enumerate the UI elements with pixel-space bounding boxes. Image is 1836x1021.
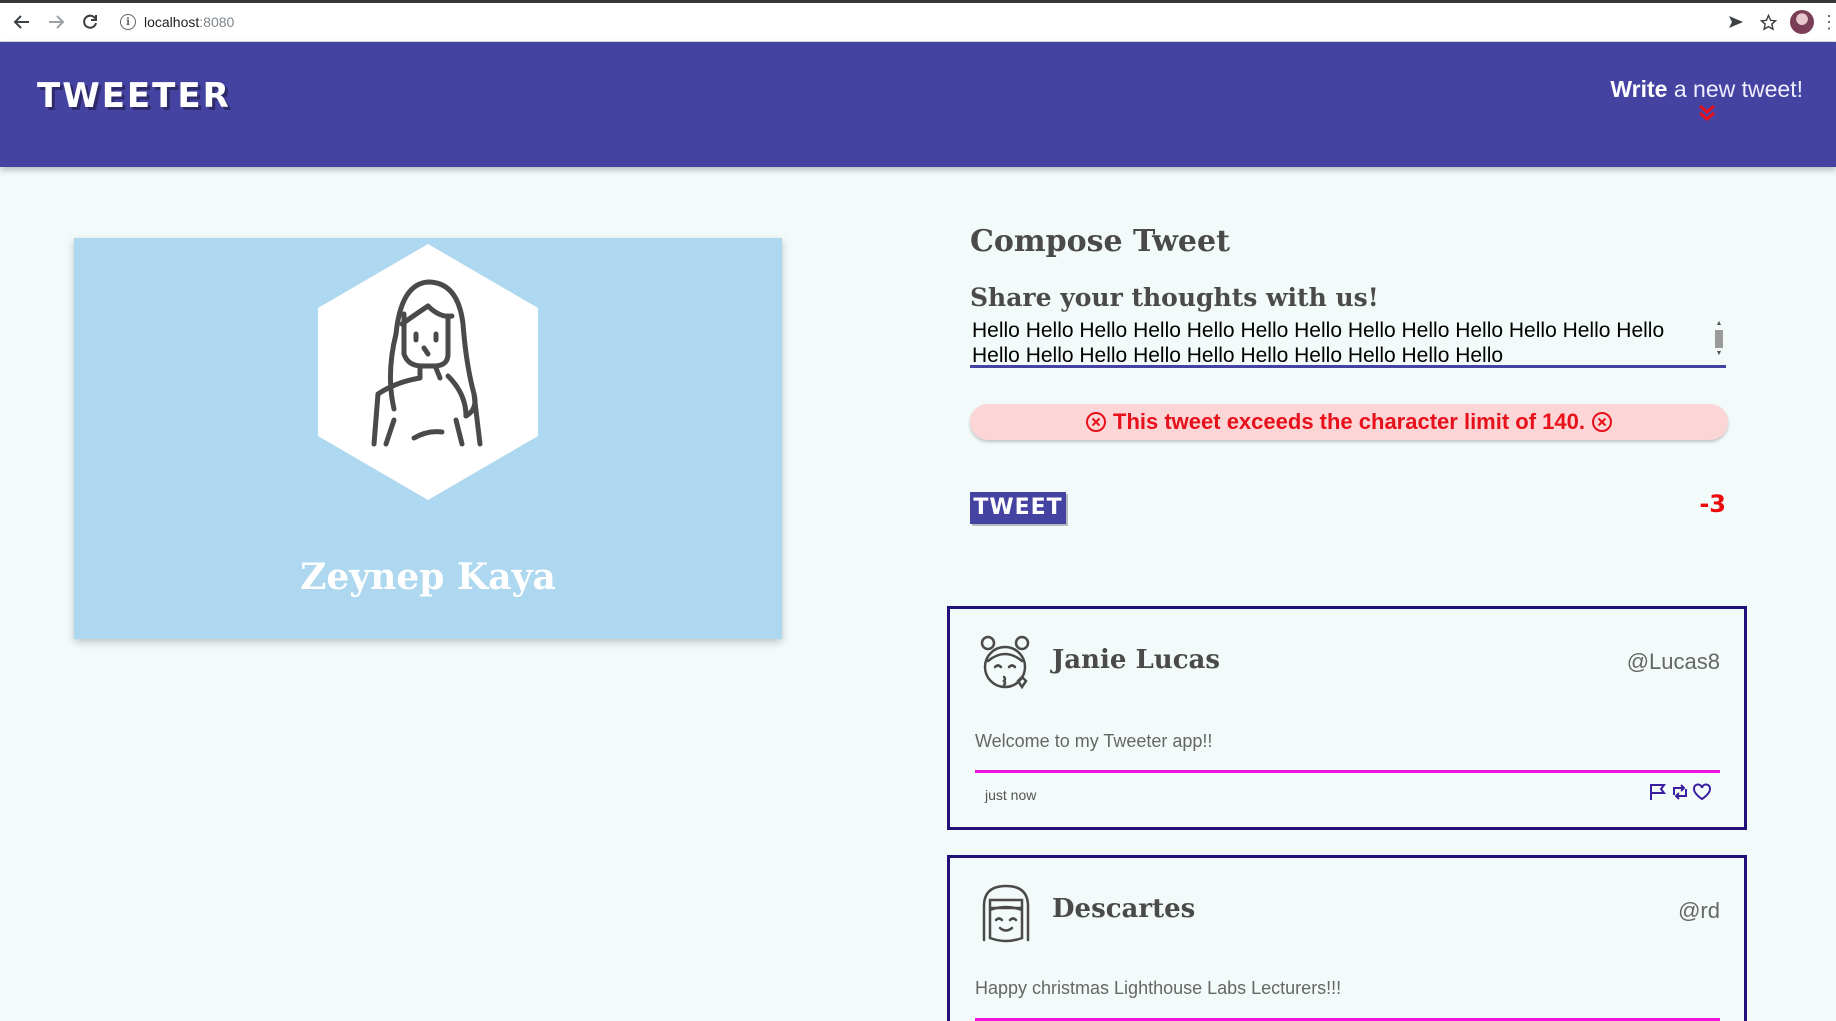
compose-prompt-label: Share your thoughts with us!	[970, 283, 1379, 312]
circle-x-icon	[1086, 412, 1107, 432]
tweet-timestamp: just now	[985, 787, 1037, 803]
profile-avatar-icon	[318, 244, 538, 500]
write-bold-text: Write	[1610, 76, 1668, 102]
compose-tweet-section: Compose Tweet Share your thoughts with u…	[970, 224, 1728, 526]
tweet-textarea-text[interactable]: Hello Hello Hello Hello Hello Hello Hell…	[970, 318, 1690, 368]
tweet-content: Happy christmas Lighthouse Labs Lecturer…	[975, 978, 1342, 998]
back-arrow-icon[interactable]	[6, 6, 38, 38]
scroll-up-arrow-icon[interactable]: ▲	[1714, 320, 1724, 328]
write-rest-text: a new tweet!	[1667, 76, 1803, 102]
retweet-icon[interactable]	[1670, 783, 1690, 801]
circle-x-icon	[1591, 412, 1612, 432]
browser-toolbar: i localhost:8080 ⋮	[0, 0, 1836, 42]
address-bar[interactable]: i localhost:8080	[120, 6, 1720, 38]
error-message: This tweet exceeds the character limit o…	[1113, 409, 1585, 434]
char-counter: -3	[1699, 490, 1726, 518]
scroll-thumb[interactable]	[1715, 330, 1723, 348]
write-new-tweet-toggle[interactable]: Write a new tweet!	[1610, 76, 1803, 123]
send-icon[interactable]	[1720, 6, 1752, 38]
tweet-content: Welcome to my Tweeter app!!	[975, 731, 1213, 751]
menu-kebab-icon[interactable]: ⋮	[1820, 13, 1836, 31]
url-host: localhost	[144, 14, 200, 30]
user-avatar-icon	[982, 884, 1030, 943]
reload-icon[interactable]	[74, 6, 106, 38]
tweet-author-name: Janie Lucas	[1052, 645, 1221, 675]
brand-logo[interactable]: TWEETER	[37, 76, 231, 116]
flag-icon[interactable]	[1648, 783, 1668, 801]
tweet-author-handle: @Lucas8	[1626, 649, 1720, 674]
forward-arrow-icon[interactable]	[40, 6, 72, 38]
user-avatar-icon	[980, 635, 1030, 690]
textarea-scrollbar[interactable]: ▲ ▼	[1714, 320, 1724, 360]
compose-actions: TWEET -3	[970, 490, 1726, 526]
tweet-submit-button[interactable]: TWEET	[970, 492, 1066, 524]
tweet-textarea[interactable]: Hello Hello Hello Hello Hello Hello Hell…	[970, 318, 1726, 368]
tweet-card: Descartes @rd Happy christmas Lighthouse…	[947, 855, 1747, 1021]
scroll-down-arrow-icon[interactable]: ▼	[1714, 350, 1724, 358]
url-port: :8080	[199, 14, 235, 30]
profile-name: Zeynep Kaya	[300, 556, 556, 598]
char-limit-error: This tweet exceeds the character limit o…	[970, 404, 1728, 440]
compose-title: Compose Tweet	[970, 224, 1230, 259]
tweet-actions	[1648, 783, 1712, 801]
tweet-card: Janie Lucas @Lucas8 Welcome to my Tweete…	[947, 606, 1747, 830]
tweet-author-handle: @rd	[1678, 898, 1720, 923]
site-info-icon[interactable]: i	[120, 14, 136, 30]
profile-card: Zeynep Kaya	[74, 238, 782, 639]
bookmark-star-icon[interactable]	[1752, 6, 1784, 38]
heart-icon[interactable]	[1692, 783, 1712, 801]
double-chevron-down-icon[interactable]	[1697, 103, 1717, 123]
tweet-author-name: Descartes	[1052, 894, 1196, 924]
app-navbar: TWEETER Write a new tweet!	[0, 42, 1836, 167]
profile-avatar-icon[interactable]	[1790, 10, 1814, 34]
write-new-tweet-label[interactable]: Write a new tweet!	[1610, 76, 1803, 103]
tweet-divider	[975, 770, 1720, 773]
